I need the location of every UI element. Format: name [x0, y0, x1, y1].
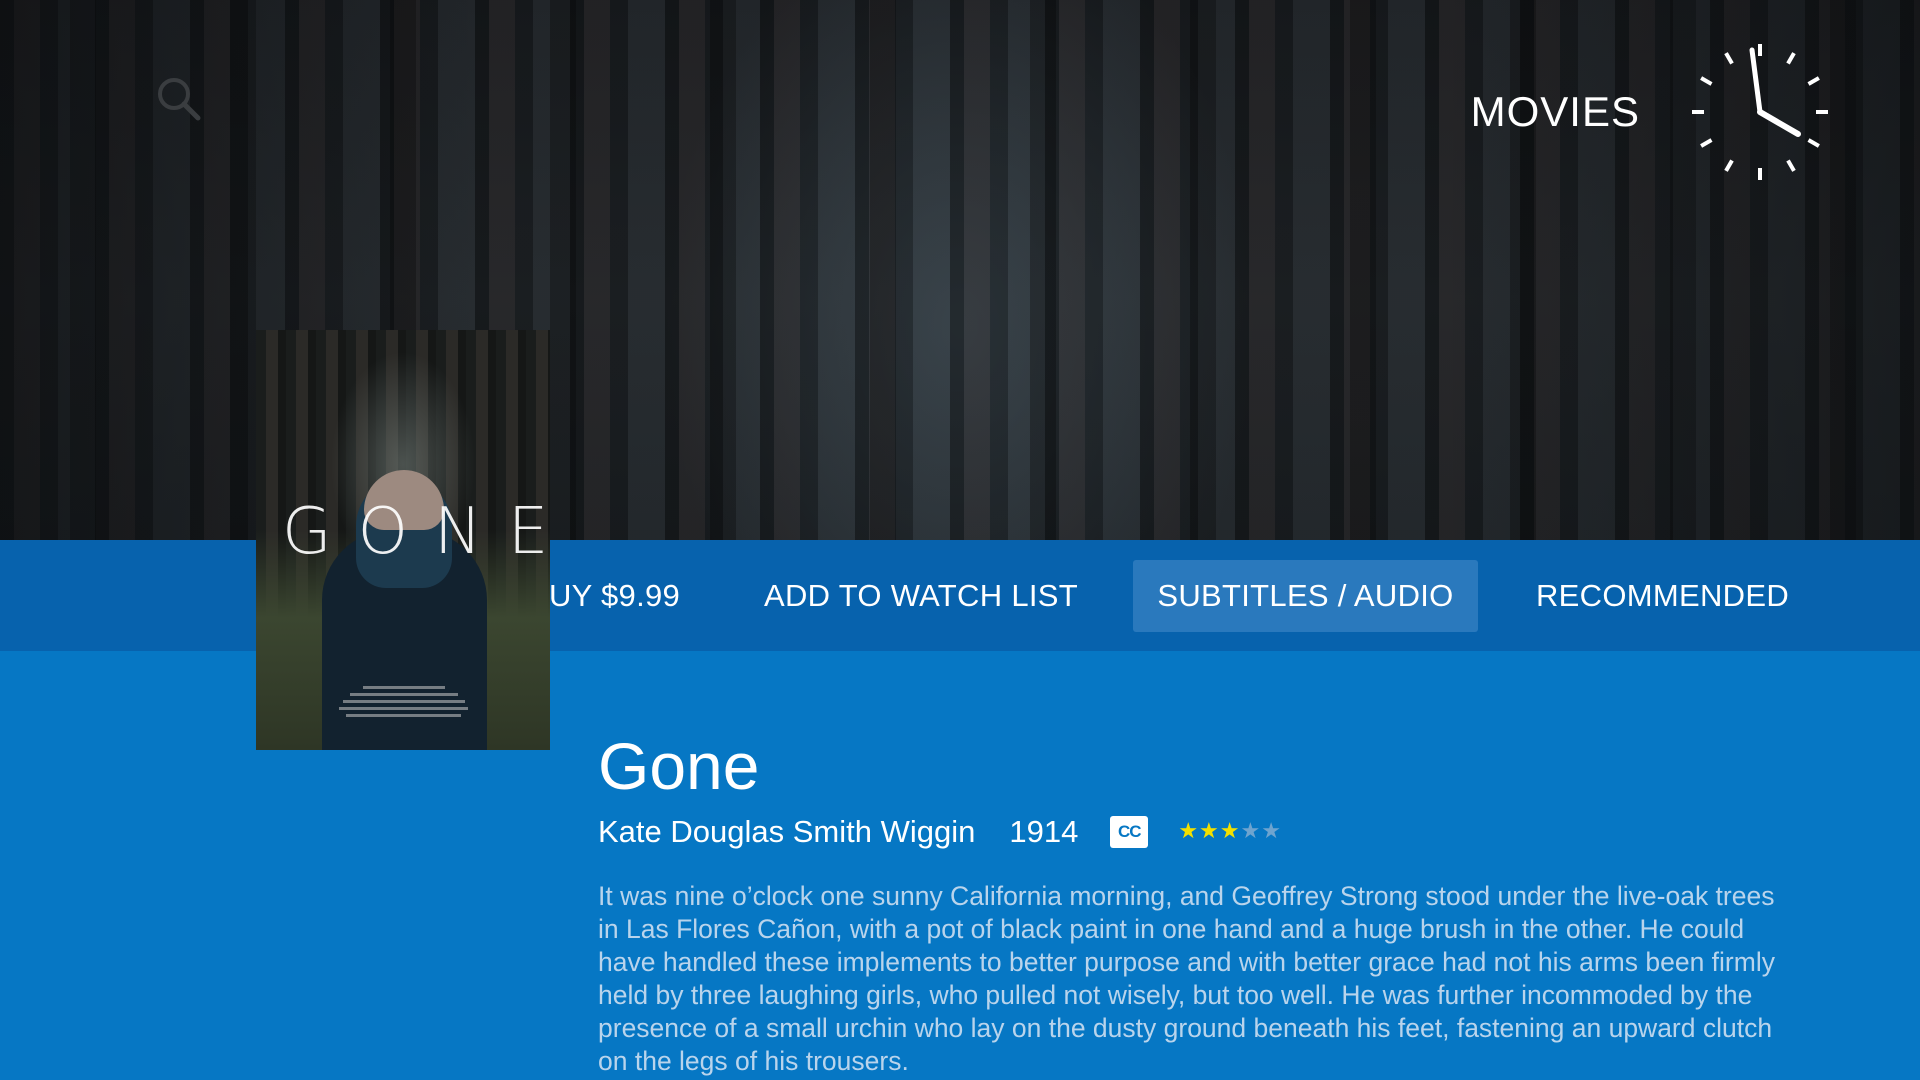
closed-captions-label: CC — [1118, 822, 1142, 841]
star-filled-icon: ★ — [1199, 819, 1219, 844]
clock-tick — [1807, 138, 1820, 148]
movie-poster: GONE — [256, 330, 550, 750]
add-to-watch-list-button[interactable]: ADD TO WATCH LIST — [760, 560, 1082, 632]
clock-tick — [1786, 52, 1796, 65]
clock-icon — [1690, 42, 1830, 182]
subtitles-audio-button[interactable]: SUBTITLES / AUDIO — [1133, 560, 1478, 632]
clock-tick — [1700, 138, 1713, 148]
star-empty-icon: ★ — [1240, 819, 1261, 844]
star-filled-icon: ★ — [1178, 819, 1199, 844]
clock-tick — [1724, 52, 1734, 65]
search-icon[interactable] — [154, 74, 204, 124]
recommended-button[interactable]: RECOMMENDED — [1530, 560, 1795, 632]
section-title: MOVIES — [1470, 88, 1640, 135]
star-rating: ★ ★ ★ ★ ★ — [1178, 821, 1282, 843]
poster-title: GONE — [282, 495, 550, 569]
movie-director: Kate Douglas Smith Wiggin — [598, 814, 976, 849]
star-empty-icon: ★ — [1261, 819, 1281, 844]
star-filled-icon: ★ — [1219, 819, 1240, 844]
movie-meta: Kate Douglas Smith Wiggin 1914 CC ★ ★ ★ ★ ★ — [598, 814, 1282, 850]
buy-button[interactable]: UY $9.99 — [549, 560, 679, 632]
poster-credits — [336, 686, 472, 721]
clock-tick — [1700, 76, 1713, 86]
closed-captions-badge: CC — [1110, 816, 1149, 848]
movie-title: Gone — [598, 729, 760, 803]
clock-tick — [1807, 76, 1820, 86]
movie-year: 1914 — [1009, 814, 1079, 849]
movie-description: It was nine o’clock one sunny California… — [598, 881, 1775, 1076]
clock-tick — [1786, 159, 1796, 172]
clock-tick — [1724, 159, 1734, 172]
